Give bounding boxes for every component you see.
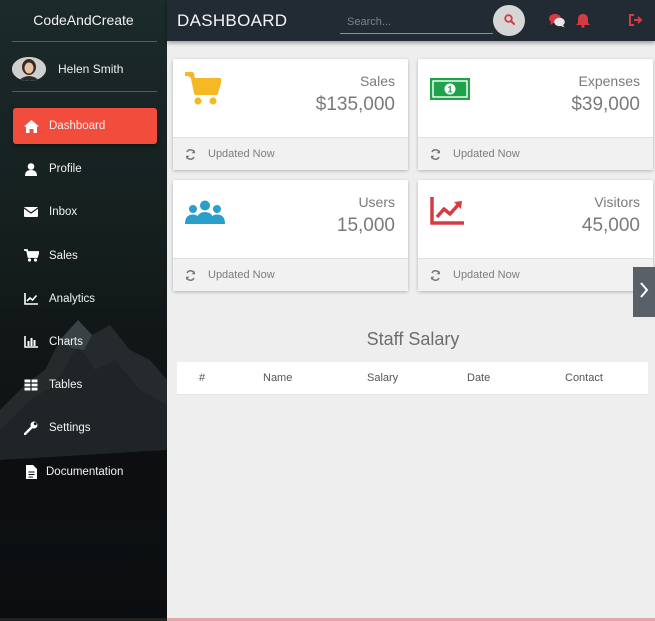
search-input[interactable] bbox=[340, 10, 493, 34]
column-header[interactable]: # bbox=[199, 372, 205, 384]
user-profile[interactable]: Helen Smith bbox=[12, 56, 123, 82]
page-title: DASHBOARD bbox=[177, 11, 288, 30]
cart-icon bbox=[185, 72, 222, 111]
comments-icon[interactable] bbox=[549, 12, 565, 28]
refresh-icon[interactable] bbox=[185, 148, 196, 160]
line-chart-icon bbox=[23, 292, 39, 306]
refresh-icon[interactable] bbox=[430, 148, 441, 160]
sidebar-item-label: Documentation bbox=[46, 465, 124, 478]
sidebar: CodeAndCreate Helen Smith Dashboard Prof… bbox=[0, 0, 167, 621]
section-title: Staff Salary bbox=[366, 329, 460, 349]
sidebar-item-label: Dashboard bbox=[49, 120, 106, 132]
card-value: 15,000 bbox=[336, 215, 395, 236]
card-footer-text: Updated Now bbox=[453, 269, 520, 281]
sidebar-item-charts[interactable]: Charts bbox=[13, 324, 157, 360]
column-header[interactable]: Salary bbox=[367, 372, 398, 384]
sidebar-item-inbox[interactable]: Inbox bbox=[13, 194, 157, 230]
svg-text:1: 1 bbox=[447, 85, 452, 95]
sidebar-item-documentation[interactable]: Documentation bbox=[13, 454, 157, 490]
salary-table-header: # Name Salary Date Contact bbox=[177, 362, 648, 395]
sidebar-item-label: Sales bbox=[49, 249, 78, 262]
sidebar-divider bbox=[12, 91, 157, 92]
home-icon bbox=[23, 119, 39, 133]
sidebar-item-profile[interactable]: Profile bbox=[13, 151, 157, 187]
sidebar-item-label: Profile bbox=[49, 163, 82, 176]
card-label: Expenses bbox=[578, 73, 640, 89]
card-footer: Updated Now bbox=[418, 137, 653, 170]
sidebar-divider bbox=[12, 41, 157, 42]
table-icon bbox=[23, 378, 39, 392]
sidebar-item-analytics[interactable]: Analytics bbox=[13, 281, 157, 317]
search-icon bbox=[503, 12, 515, 30]
sidebar-item-sales[interactable]: Sales bbox=[13, 238, 157, 274]
card-footer: Updated Now bbox=[418, 258, 653, 291]
card-footer-text: Updated Now bbox=[208, 148, 275, 160]
cart-icon bbox=[23, 249, 39, 263]
wrench-icon bbox=[23, 421, 39, 436]
sidebar-item-label: Tables bbox=[49, 379, 83, 392]
sales-card[interactable]: Sales $135,000 Updated Now bbox=[173, 59, 408, 170]
card-footer: Updated Now bbox=[173, 258, 408, 291]
visitors-card[interactable]: Visitors 45,000 Updated Now bbox=[418, 180, 653, 291]
card-value: 45,000 bbox=[581, 215, 640, 236]
card-label: Sales bbox=[359, 73, 395, 89]
brand-title[interactable]: CodeAndCreate bbox=[0, 0, 167, 41]
expand-panel-button[interactable] bbox=[633, 267, 655, 317]
user-name: Helen Smith bbox=[58, 62, 124, 76]
sidebar-item-label: Inbox bbox=[49, 206, 78, 219]
sidebar-item-dashboard[interactable]: Dashboard bbox=[13, 108, 157, 144]
sidebar-item-label: Analytics bbox=[49, 292, 96, 305]
money-icon: 1 bbox=[430, 78, 470, 105]
card-footer-text: Updated Now bbox=[453, 148, 520, 160]
chevron-right-icon bbox=[639, 281, 649, 303]
column-header[interactable]: Contact bbox=[565, 372, 603, 384]
sidebar-item-settings[interactable]: Settings bbox=[13, 410, 157, 446]
users-icon bbox=[185, 200, 225, 229]
card-footer-text: Updated Now bbox=[208, 269, 275, 281]
user-icon bbox=[23, 162, 39, 176]
file-icon bbox=[23, 464, 39, 479]
bar-chart-icon bbox=[23, 335, 39, 349]
sidebar-nav: Dashboard Profile Inbox Sales Analytics bbox=[13, 108, 157, 497]
column-header[interactable]: Date bbox=[467, 372, 490, 384]
refresh-icon[interactable] bbox=[185, 269, 196, 281]
column-header[interactable]: Name bbox=[263, 372, 292, 384]
sidebar-item-label: Charts bbox=[49, 335, 83, 348]
users-card[interactable]: Users 15,000 Updated Now bbox=[173, 180, 408, 291]
card-label: Visitors bbox=[594, 194, 640, 210]
top-bar: DASHBOARD bbox=[167, 0, 655, 41]
logout-icon[interactable] bbox=[628, 12, 644, 28]
avatar bbox=[12, 57, 46, 81]
refresh-icon[interactable] bbox=[430, 269, 441, 281]
envelope-icon bbox=[23, 205, 39, 219]
card-label: Users bbox=[358, 194, 395, 210]
card-footer: Updated Now bbox=[173, 137, 408, 170]
card-value: $135,000 bbox=[315, 94, 395, 115]
sidebar-item-label: Settings bbox=[49, 422, 91, 435]
sidebar-item-tables[interactable]: Tables bbox=[13, 367, 157, 403]
card-value: $39,000 bbox=[571, 94, 640, 115]
bell-icon[interactable] bbox=[575, 12, 591, 28]
expenses-card[interactable]: 1 Expenses $39,000 Updated Now bbox=[418, 59, 653, 170]
search-button[interactable] bbox=[493, 5, 525, 36]
line-chart-icon bbox=[430, 197, 464, 230]
